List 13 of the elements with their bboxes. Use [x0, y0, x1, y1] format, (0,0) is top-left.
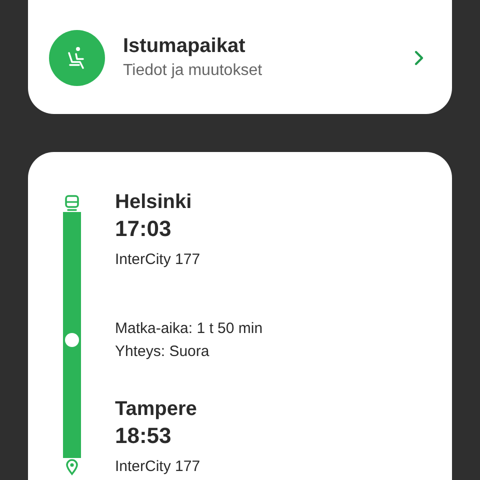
connection-type: Yhteys: Suora: [115, 342, 210, 362]
route-dot: [65, 333, 79, 347]
train-name: InterCity 177: [115, 251, 202, 269]
station-name: Tampere: [115, 397, 198, 421]
arrival-time: 18:53: [115, 423, 172, 449]
travel-duration: Matka-aika: 1 t 50 min: [115, 319, 263, 339]
seat-card[interactable]: Istumapaikat Tiedot ja muutokset: [28, 0, 452, 114]
seat-subtitle: Tiedot ja muutokset: [123, 61, 264, 81]
chevron-right-icon: [414, 50, 424, 66]
train-name: InterCity 177: [115, 458, 202, 476]
departure-time: 17:03: [115, 216, 172, 242]
seat-title: Istumapaikat: [123, 34, 246, 58]
station-name: Helsinki: [115, 190, 193, 214]
